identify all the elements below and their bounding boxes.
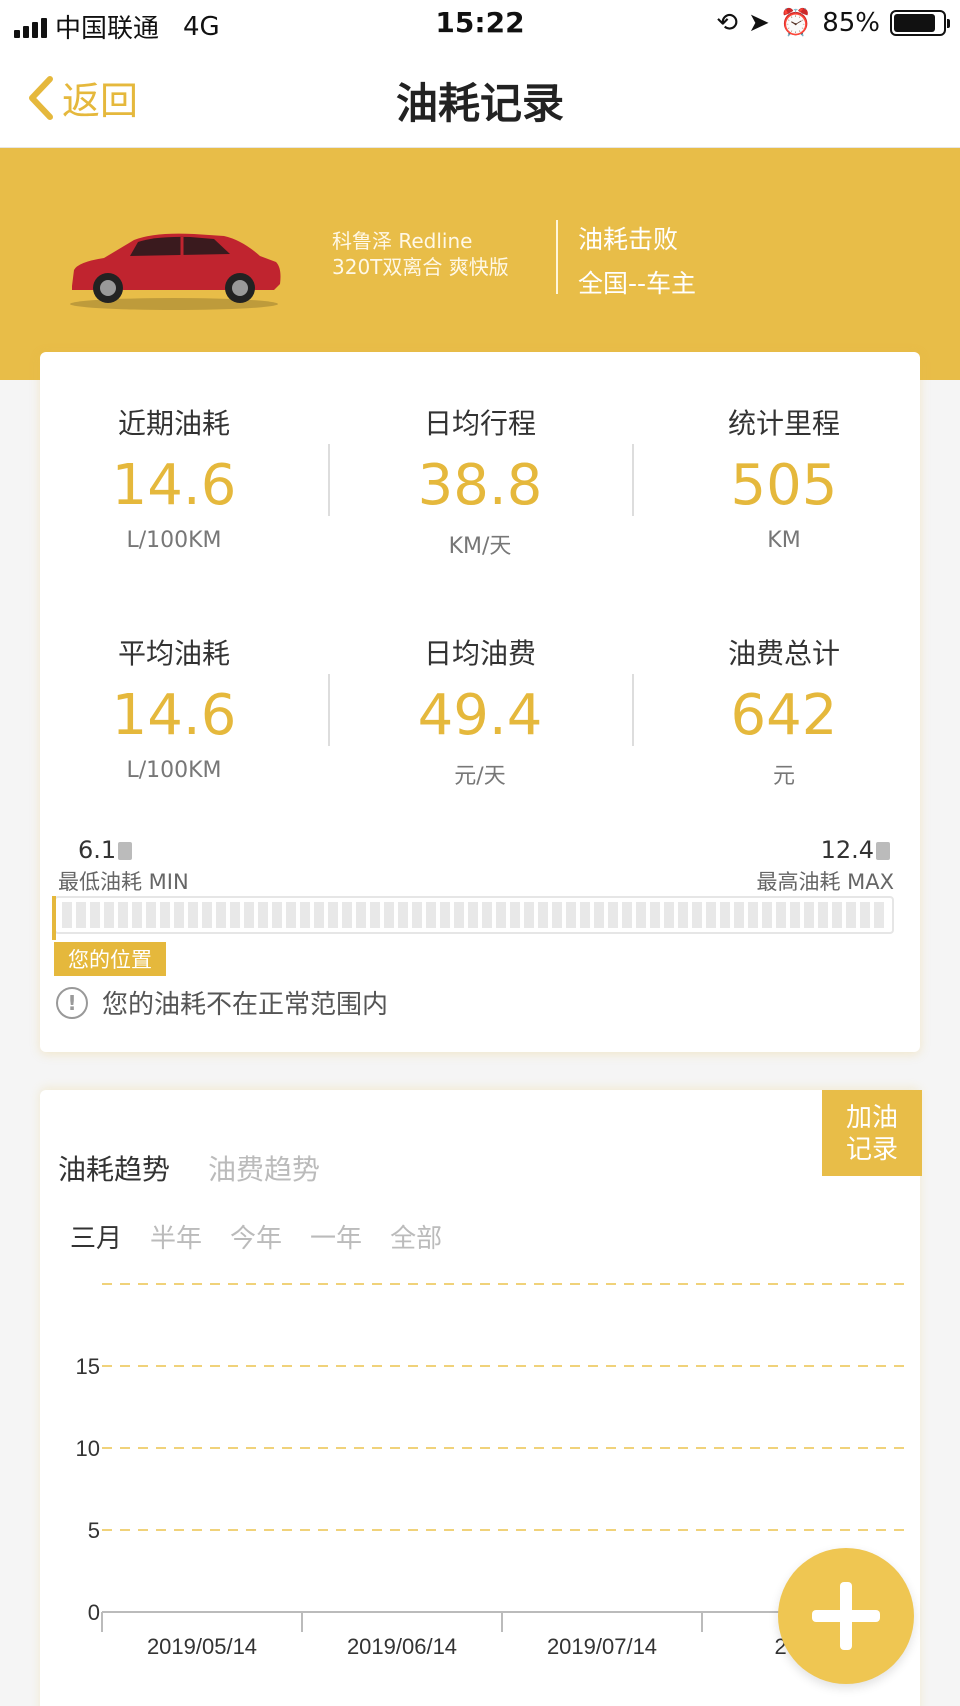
range-bar-ticks [62, 902, 886, 928]
consumption-range-bar [54, 896, 894, 934]
vehicle-banner: 科鲁泽 Redline 320T双离合 爽快版 油耗击败 全国--车主 [0, 148, 960, 380]
fuel-pump-icon [876, 842, 890, 860]
rank-value: 全国--车主 [578, 269, 697, 298]
stat-unit: 元 [772, 764, 795, 789]
stat-daily-distance: 日均行程 38.8 KM/天 [360, 402, 600, 560]
range-all[interactable]: 全部 [390, 1218, 442, 1255]
stat-value: 49.4 [417, 683, 543, 748]
stat-label: 近期油耗 [117, 407, 230, 440]
range-max-value: 12.4 [820, 836, 874, 864]
stat-value: 38.8 [417, 453, 543, 518]
battery-percent: 85% [822, 8, 880, 38]
stat-label: 油费总计 [727, 637, 840, 670]
stat-average-consumption: 平均油耗 14.6 L/100KM [54, 632, 294, 783]
stat-divider [632, 444, 634, 516]
rotation-lock-icon: ⟲ [716, 8, 739, 38]
stat-unit: 元/天 [454, 764, 506, 789]
banner-divider [556, 220, 558, 294]
stat-divider [328, 674, 330, 746]
range-3-months[interactable]: 三月 [70, 1218, 122, 1255]
y-tick-label: 0 [88, 1600, 100, 1625]
your-position-tag: 您的位置 [54, 942, 166, 976]
stat-label: 日均行程 [423, 407, 536, 440]
range-half-year[interactable]: 半年 [150, 1218, 202, 1255]
nav-bar: 返回 油耗记录 [0, 48, 960, 148]
range-min-value: 6.1 [78, 836, 117, 864]
vehicle-model-trim: 320T双离合 爽快版 [332, 255, 509, 279]
y-tick-label: 15 [76, 1354, 100, 1379]
chart-tabs: 油耗趋势 油费趋势 [58, 1148, 320, 1188]
y-tick-label: 5 [88, 1518, 100, 1543]
status-bar: 中国联通 4G 15:22 ⟲ ➤ ⏰ 85% [0, 0, 960, 48]
stat-unit: L/100KM [126, 528, 222, 553]
fuel-record-label-line1: 加油 [845, 1103, 898, 1133]
rank-title: 油耗击败 [578, 225, 679, 254]
stat-label: 统计里程 [727, 407, 840, 440]
x-tick-label: 2019/07/14 [547, 1634, 657, 1659]
stat-total-cost: 油费总计 642 元 [664, 632, 904, 790]
fuel-record-label-line2: 记录 [845, 1135, 898, 1165]
location-icon: ➤ [748, 8, 770, 38]
stat-daily-cost: 日均油费 49.4 元/天 [360, 632, 600, 790]
stat-value: 642 [730, 683, 838, 748]
position-marker [52, 896, 56, 940]
alarm-icon: ⏰ [779, 8, 813, 38]
range-one-year[interactable]: 一年 [310, 1218, 362, 1255]
stat-divider [328, 444, 330, 516]
range-max: 12.4 [821, 836, 890, 864]
exclamation-icon: ! [56, 986, 88, 1019]
fuel-record-button[interactable]: 加油 记录 [822, 1090, 922, 1176]
stat-divider [632, 674, 634, 746]
range-min-label: 最低油耗 MIN [58, 870, 189, 894]
range-max-label: 最高油耗 MAX [756, 870, 894, 894]
stat-recent-consumption: 近期油耗 14.6 L/100KM [54, 402, 294, 553]
stat-value: 505 [730, 453, 838, 518]
vehicle-model: 科鲁泽 Redline 320T双离合 爽快版 [332, 228, 509, 280]
vehicle-model-name: 科鲁泽 Redline [332, 229, 473, 253]
rank-info: 油耗击败 全国--车主 [578, 218, 696, 306]
stat-unit: KM/天 [448, 534, 512, 559]
range-min: 6.1 [78, 836, 133, 864]
status-right: ⟲ ➤ ⏰ 85% [716, 8, 950, 38]
stat-value: 14.6 [111, 453, 237, 518]
x-tick-label: 2019/06/14 [347, 1634, 457, 1659]
y-tick-label: 10 [76, 1436, 100, 1461]
range-warning: ! 您的油耗不在正常范围内 [56, 984, 388, 1021]
stat-label: 平均油耗 [117, 637, 230, 670]
page-title: 油耗记录 [395, 79, 564, 128]
tab-cost-trend[interactable]: 油费趋势 [208, 1148, 320, 1188]
range-warning-text: 您的油耗不在正常范围内 [102, 990, 389, 1020]
range-this-year[interactable]: 今年 [230, 1218, 282, 1255]
x-tick-label: 2019/05/14 [147, 1634, 257, 1659]
car-image [70, 233, 281, 310]
stat-unit: L/100KM [126, 758, 222, 783]
time-range-selector: 三月 半年 今年 一年 全部 [70, 1218, 442, 1255]
add-record-button[interactable] [778, 1548, 914, 1684]
stats-card: 近期油耗 14.6 L/100KM 日均行程 38.8 KM/天 统计里程 50… [40, 352, 920, 1052]
stat-label: 日均油费 [423, 637, 536, 670]
tab-consumption-trend[interactable]: 油耗趋势 [58, 1148, 170, 1188]
stat-unit: KM [767, 528, 801, 553]
battery-icon [890, 10, 950, 36]
stat-total-mileage: 统计里程 505 KM [664, 402, 904, 553]
stat-value: 14.6 [111, 683, 237, 748]
fuel-pump-icon [118, 842, 133, 860]
